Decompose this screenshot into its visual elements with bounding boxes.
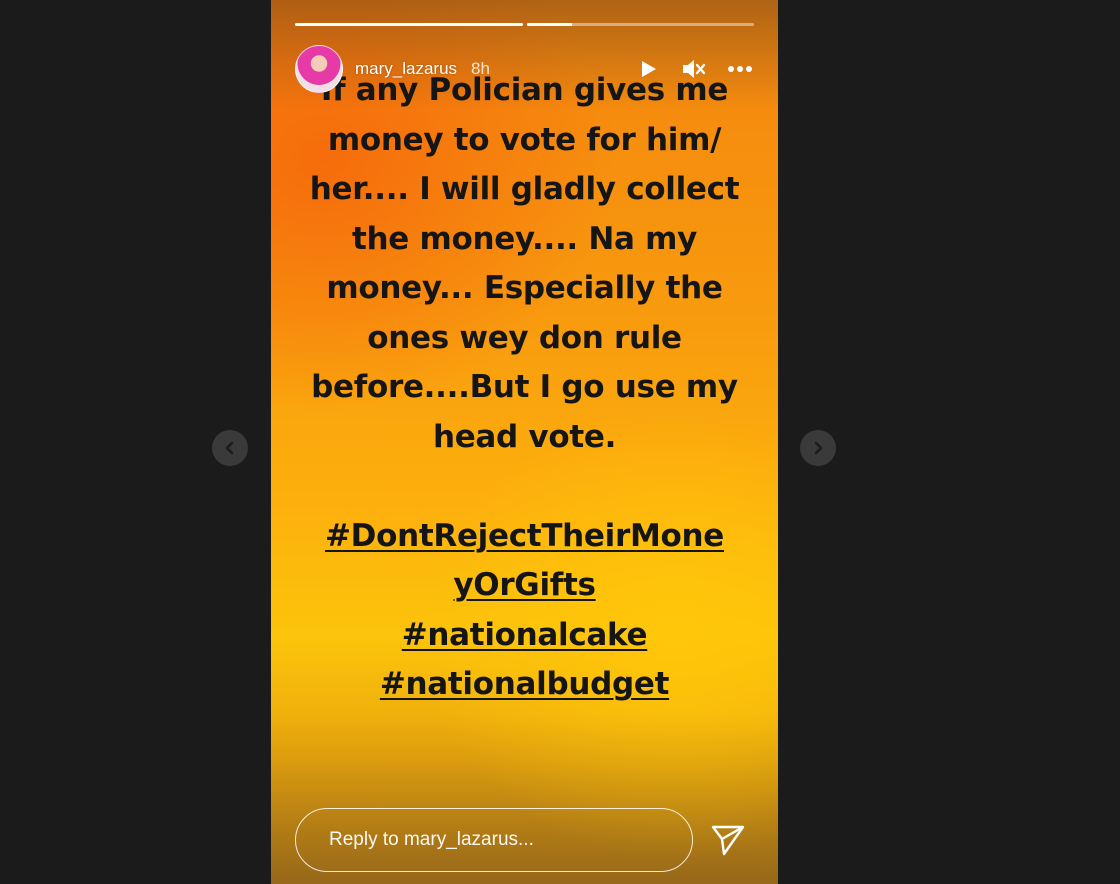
story-text-line: head vote.	[432, 418, 617, 455]
story-text-line: ones wey don rule	[367, 319, 682, 356]
send-button[interactable]	[710, 822, 746, 858]
story-header: mary_lazarus 8h	[295, 44, 754, 94]
progress-fill	[526, 23, 572, 26]
mute-button[interactable]	[680, 55, 708, 83]
story-text-line: the money.... Na my	[351, 220, 698, 257]
story-viewer: mary_lazarus 8h If any Polician gives me…	[0, 0, 1120, 884]
story-text-line: money to vote for him/	[327, 121, 722, 158]
muted-speaker-icon	[683, 60, 706, 78]
reply-input[interactable]	[327, 828, 661, 852]
play-button[interactable]	[634, 55, 662, 83]
more-horizontal-icon	[728, 66, 752, 72]
hashtag-line: #nationalbudget	[291, 660, 758, 710]
next-story-button[interactable]	[800, 430, 836, 466]
hashtag[interactable]: #nationalcake	[402, 617, 648, 653]
story-text-line: her.... I will gladly collect	[309, 171, 740, 207]
story-progress	[295, 23, 754, 26]
chevron-left-icon	[225, 441, 234, 455]
chevron-right-icon	[814, 441, 823, 455]
hashtag[interactable]: #DontRejectTheirMone	[325, 518, 724, 554]
post-time: 8h	[471, 59, 490, 78]
text-gap	[291, 462, 758, 512]
progress-segment	[295, 23, 523, 26]
send-icon	[711, 825, 745, 856]
username[interactable]: mary_lazarus	[355, 59, 457, 79]
progress-fill	[295, 23, 523, 26]
progress-segment	[526, 23, 754, 26]
story-text: If any Polician gives me money to vote f…	[291, 66, 758, 710]
hashtag-line: #DontRejectTheirMone	[291, 512, 758, 562]
hashtag[interactable]: yOrGifts	[453, 567, 596, 603]
reply-box[interactable]	[295, 808, 693, 872]
story-card[interactable]: mary_lazarus 8h If any Polician gives me…	[271, 0, 778, 884]
story-text-line: before....But I go use my	[311, 369, 738, 405]
hashtag-line: #nationalcake	[291, 611, 758, 661]
hashtag-line: yOrGifts	[291, 561, 758, 611]
play-icon	[642, 61, 656, 77]
hashtag[interactable]: #nationalbudget	[380, 666, 670, 702]
avatar[interactable]	[295, 45, 343, 93]
more-options-button[interactable]	[726, 55, 754, 83]
previous-story-button[interactable]	[212, 430, 248, 466]
story-text-line: money... Especially the	[326, 270, 723, 306]
